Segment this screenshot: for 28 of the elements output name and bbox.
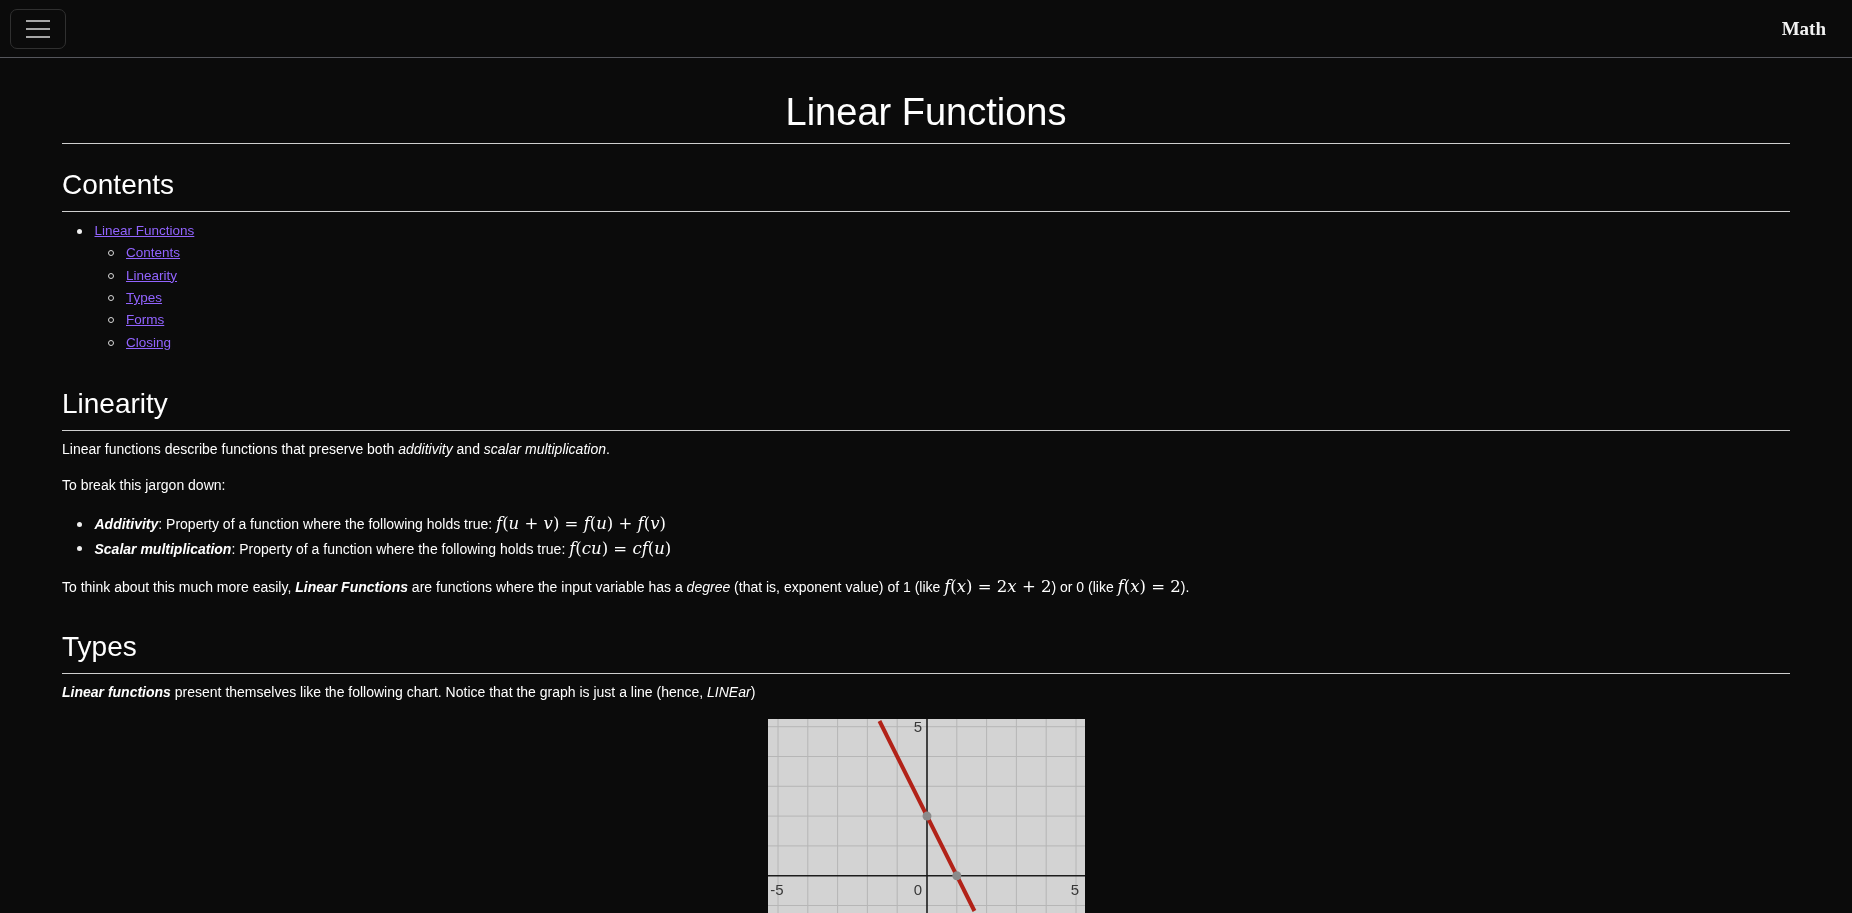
tick-label: 5 [1070,881,1079,898]
bullet-icon [77,228,82,234]
toc-link[interactable]: Types [126,290,163,307]
list-item-text: Additivity: Property of a function where the following holds true: f(u + v) = f(u) + f(v) [94,514,666,535]
menu-button[interactable] [10,8,66,49]
section-heading: Types [62,630,138,665]
toc-link[interactable]: Contents [126,245,181,262]
graph-point [922,811,931,821]
bullet-icon [77,546,82,552]
paragraph-text: Linear functions describe functions that preserve both additivity and scalar multiplication. [62,439,611,459]
toc-link[interactable]: Closing [126,334,172,351]
toc-link[interactable]: Linearity [126,267,178,284]
brand-link[interactable]: Math [1781,17,1826,40]
toc-link[interactable]: Linear Functions [94,223,195,240]
menu-icon [26,19,50,38]
section-heading: Linearity [62,386,169,421]
toc-link[interactable]: Forms [126,312,165,329]
paragraph-text: To think about this much more easily, Linear Functions are functions where the input variable has a degree (that is, exponent value) of 1 (like f(x) = 2x + 2) or 0 (like f(x) = 2). [62,577,1191,598]
tick-label: -5 [769,881,784,898]
graph-point [951,871,961,880]
bullet-icon [77,521,82,527]
section-heading: Contents [62,168,176,202]
list-item-text: Scalar multiplication: Property of a function where the following holds true: f(cu) = cf(u) [94,538,672,559]
tick-label: 5 [913,718,922,735]
tick-label: 0 [913,881,922,898]
paragraph-text: To break this jargon down: [62,476,227,496]
paragraph-text: Linear functions present themselves like the following chart. Notice that the graph is just a line (hence, LINEar) [62,683,757,703]
page-title: Linear Functions [784,90,1068,135]
